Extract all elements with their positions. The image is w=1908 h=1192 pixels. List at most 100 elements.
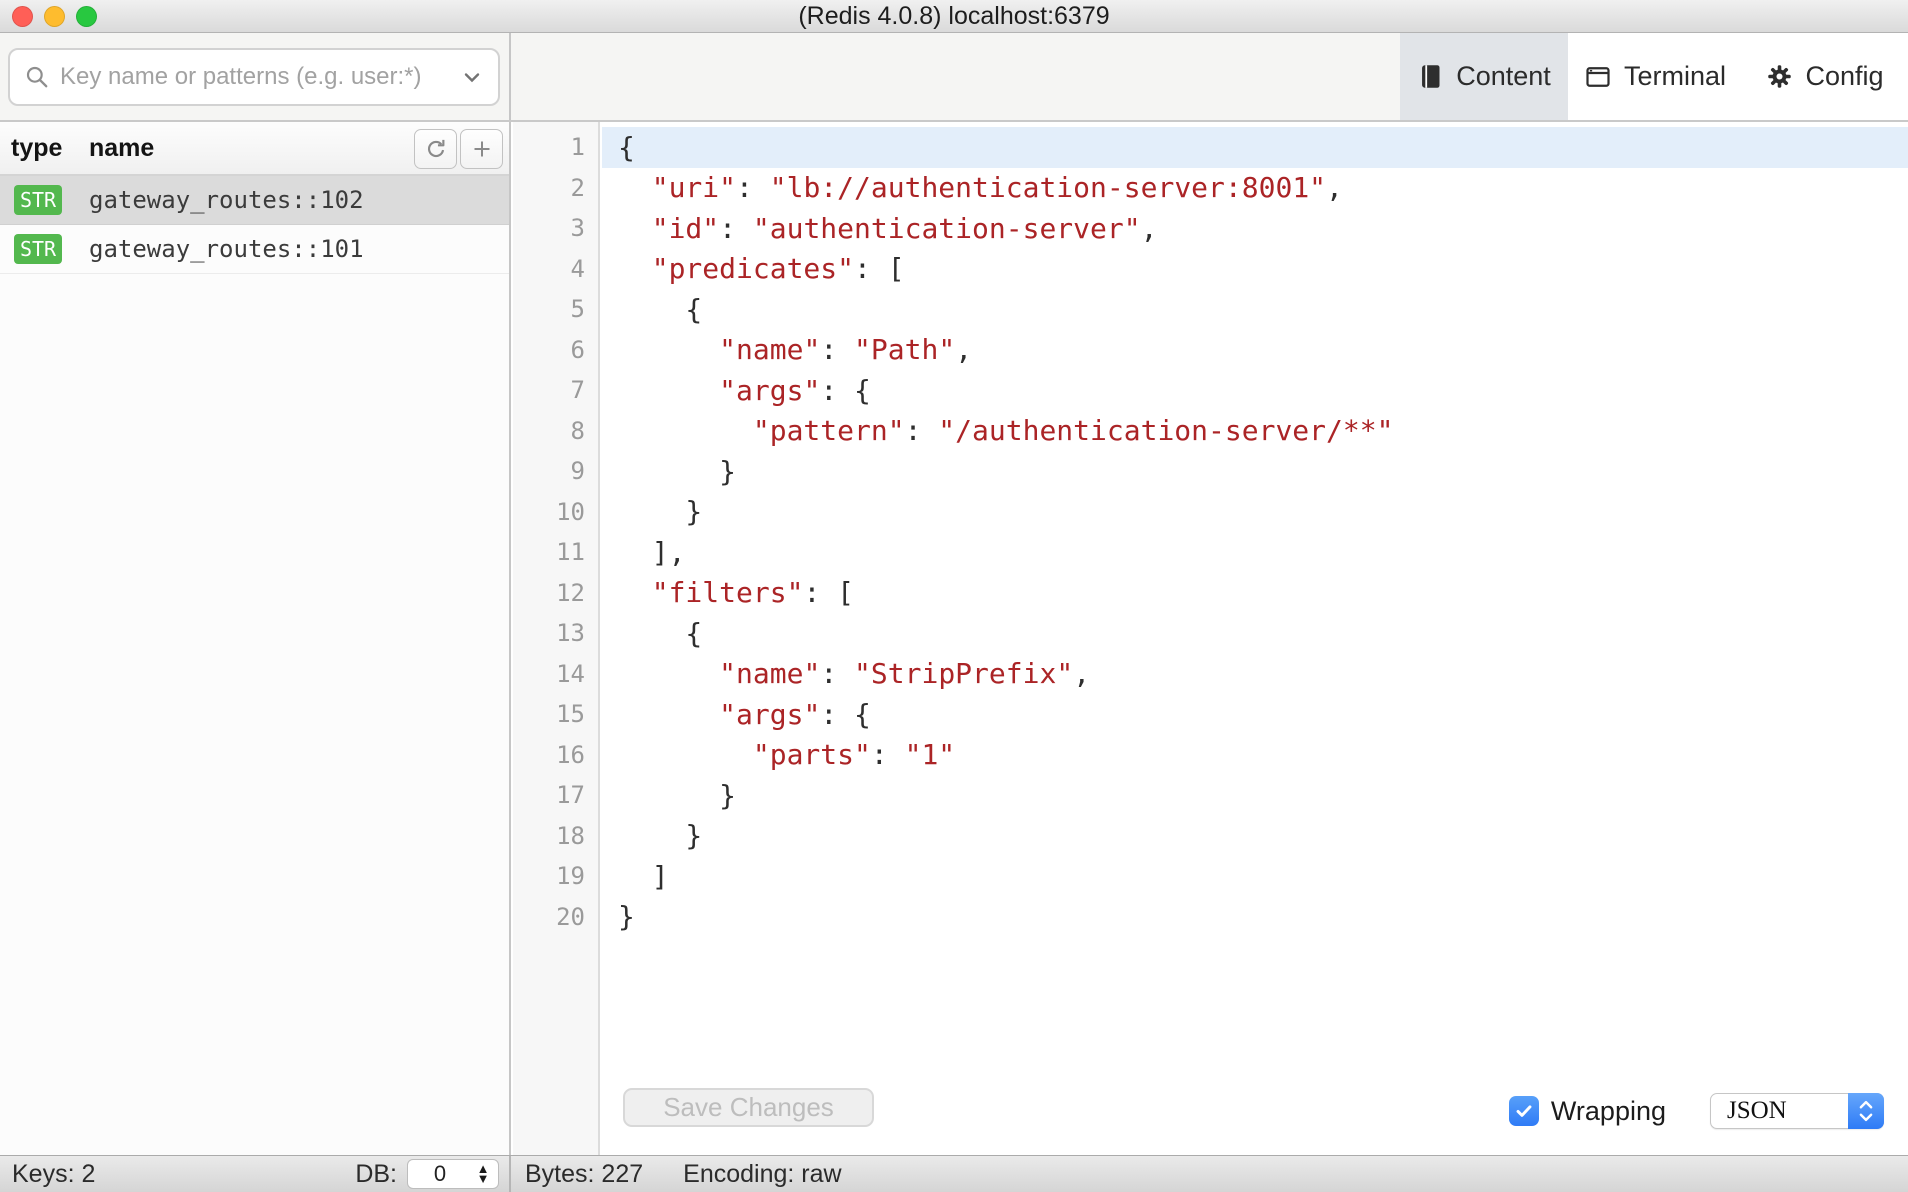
editor-line[interactable]: 11 ], <box>513 532 1908 573</box>
line-number: 20 <box>513 903 600 931</box>
code-text: } <box>602 775 1908 816</box>
tab-content[interactable]: Content <box>1400 33 1568 120</box>
editor-line[interactable]: 9 } <box>513 451 1908 492</box>
code-text: { <box>602 613 1908 654</box>
line-number: 19 <box>513 862 600 890</box>
key-type-badge: STR <box>14 185 62 215</box>
line-number: 8 <box>513 417 600 445</box>
tab-label: Content <box>1456 61 1551 92</box>
editor-line[interactable]: 15 "args": { <box>513 694 1908 735</box>
status-bar-right: Bytes: 227 Encoding: raw <box>513 1156 1908 1192</box>
search-input[interactable] <box>60 63 460 91</box>
add-key-button[interactable] <box>460 129 503 169</box>
content-editor: 1{2 "uri": "lb://authentication-server:8… <box>513 122 1908 1155</box>
code-text: "filters": [ <box>602 573 1908 614</box>
title-bar: (Redis 4.0.8) localhost:6379 <box>0 0 1908 33</box>
key-name: gateway_routes::102 <box>89 186 364 214</box>
search-icon <box>24 64 50 90</box>
select-arrows-icon <box>1848 1093 1884 1129</box>
code-text: } <box>602 897 1908 938</box>
keys-table-header: type name <box>0 122 509 176</box>
format-select-value: JSON <box>1711 1097 1848 1125</box>
keys-list: STR gateway_routes::102STRgateway_routes:… <box>0 176 509 274</box>
editor-line[interactable]: 16 "parts": "1" <box>513 735 1908 776</box>
wrapping-toggle[interactable]: Wrapping <box>1509 1096 1666 1127</box>
editor-line[interactable]: 12 "filters": [ <box>513 573 1908 614</box>
editor-line[interactable]: 8 "pattern": "/authentication-server/**" <box>513 411 1908 452</box>
save-changes-button[interactable]: Save Changes <box>623 1088 874 1127</box>
editor-lines: 1{2 "uri": "lb://authentication-server:8… <box>513 127 1908 937</box>
line-number: 18 <box>513 822 600 850</box>
refresh-icon <box>423 136 449 162</box>
line-number: 5 <box>513 295 600 323</box>
table-row[interactable]: STR gateway_routes::102 <box>0 176 509 225</box>
code-text: ] <box>602 856 1908 897</box>
tab-label: Terminal <box>1624 61 1726 92</box>
line-number: 1 <box>513 133 600 161</box>
status-bar: Keys: 2 DB: 0 ▲▼ Bytes: 227 Encoding: ra… <box>0 1155 1908 1192</box>
code-text: "name": "StripPrefix", <box>602 654 1908 695</box>
line-number: 7 <box>513 376 600 404</box>
code-text: } <box>602 451 1908 492</box>
line-number: 13 <box>513 619 600 647</box>
stepper-arrows-icon: ▲▼ <box>472 1164 498 1184</box>
key-search-box[interactable] <box>8 48 500 106</box>
db-stepper[interactable]: 0 ▲▼ <box>407 1159 499 1189</box>
editor-line[interactable]: 13 { <box>513 613 1908 654</box>
line-number: 10 <box>513 498 600 526</box>
code-text: { <box>602 127 1908 168</box>
editor-line[interactable]: 7 "args": { <box>513 370 1908 411</box>
code-text: { <box>602 289 1908 330</box>
sidebar-toolbar <box>0 33 511 120</box>
terminal-icon <box>1584 63 1612 91</box>
tab-label: Config <box>1805 61 1883 92</box>
editor-line[interactable]: 4 "predicates": [ <box>513 249 1908 290</box>
bytes-info: Bytes: 227 <box>525 1160 643 1189</box>
code-text: "args": { <box>602 370 1908 411</box>
editor-line[interactable]: 3 "id": "authentication-server", <box>513 208 1908 249</box>
line-number: 3 <box>513 214 600 242</box>
editor-line[interactable]: 1{ <box>513 127 1908 168</box>
line-number: 9 <box>513 457 600 485</box>
column-header-type: type <box>11 134 62 163</box>
chevron-down-icon[interactable] <box>460 65 484 89</box>
line-number: 14 <box>513 660 600 688</box>
editor-line[interactable]: 18 } <box>513 816 1908 857</box>
line-number: 6 <box>513 336 600 364</box>
wrapping-checkbox[interactable] <box>1509 1096 1539 1126</box>
tab-terminal[interactable]: Terminal <box>1568 33 1742 120</box>
status-bar-left: Keys: 2 DB: 0 ▲▼ <box>0 1156 511 1192</box>
key-name: gateway_routes::101 <box>89 235 364 263</box>
column-header-name: name <box>89 134 154 163</box>
code-text: "name": "Path", <box>602 330 1908 371</box>
editor-line[interactable]: 5 { <box>513 289 1908 330</box>
line-number: 4 <box>513 255 600 283</box>
editor-right-controls: Wrapping JSON <box>1509 1093 1884 1129</box>
tab-bar: Content Terminal Config <box>1400 33 1908 120</box>
editor-line[interactable]: 14 "name": "StripPrefix", <box>513 654 1908 695</box>
editor-line[interactable]: 6 "name": "Path", <box>513 330 1908 371</box>
window-title: (Redis 4.0.8) localhost:6379 <box>0 0 1908 33</box>
gear-icon <box>1766 63 1793 90</box>
editor-line[interactable]: 20} <box>513 897 1908 938</box>
code-text: "uri": "lb://authentication-server:8001"… <box>602 168 1908 209</box>
editor-line[interactable]: 17 } <box>513 775 1908 816</box>
checkmark-icon <box>1513 1100 1535 1122</box>
line-number: 17 <box>513 781 600 809</box>
wrapping-label: Wrapping <box>1551 1096 1666 1127</box>
editor-line[interactable]: 19 ] <box>513 856 1908 897</box>
keys-count: Keys: 2 <box>12 1160 95 1189</box>
editor-line[interactable]: 10 } <box>513 492 1908 533</box>
refresh-keys-button[interactable] <box>414 129 457 169</box>
code-text: } <box>602 492 1908 533</box>
db-selector-group: DB: 0 ▲▼ <box>355 1156 499 1192</box>
tab-config[interactable]: Config <box>1742 33 1908 120</box>
line-number: 2 <box>513 174 600 202</box>
line-number: 11 <box>513 538 600 566</box>
toolbar: Content Terminal Config <box>0 33 1908 122</box>
code-text: "parts": "1" <box>602 735 1908 776</box>
editor-line[interactable]: 2 "uri": "lb://authentication-server:800… <box>513 168 1908 209</box>
table-row[interactable]: STRgateway_routes::101 <box>0 225 509 274</box>
format-select[interactable]: JSON <box>1710 1093 1884 1129</box>
code-text: "predicates": [ <box>602 249 1908 290</box>
